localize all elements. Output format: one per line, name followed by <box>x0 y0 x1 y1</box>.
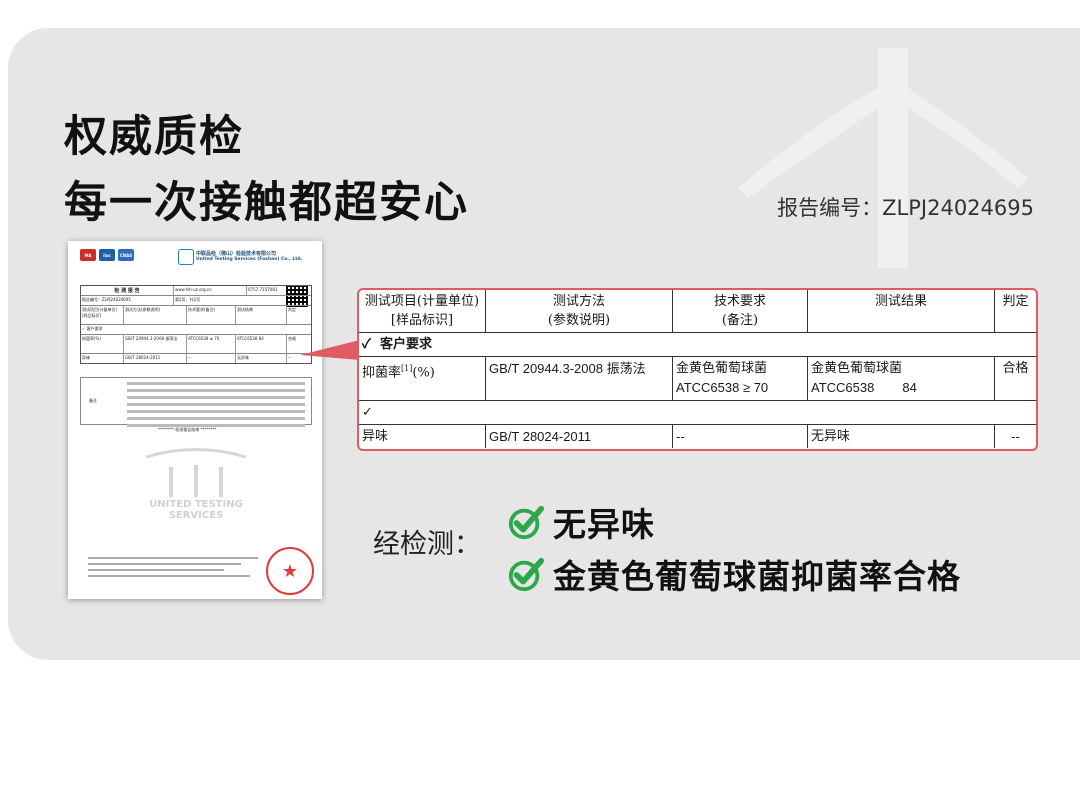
conclusion-text: 无异味 <box>553 505 655 544</box>
callout-pointer-icon <box>300 340 360 360</box>
header-method: 测试方法 (参数说明) <box>485 290 673 333</box>
row2-method: GB/T 28024-2011 <box>485 424 673 448</box>
check-mark-icon: ✓ <box>362 405 373 420</box>
header-result: 测试结果 <box>807 290 995 333</box>
row2-judgement: -- <box>994 424 1036 448</box>
green-check-icon <box>508 505 545 540</box>
test-results-table: 测试项目(计量单位) [样品标识] 测试方法 (参数说明) 技术要求 (备注) 测试结… <box>357 288 1038 451</box>
conclusion-text: 金黄色葡萄球菌抑菌率合格 <box>553 557 961 596</box>
row2-result: 无异味 <box>807 424 995 448</box>
check-mark-icon: ✓ <box>362 337 371 352</box>
row2-requirement: -- <box>672 424 808 448</box>
row1-requirement: 金黄色葡萄球菌 ATCC6538 ≥ 70 <box>672 356 808 401</box>
check-row: ✓ <box>359 400 1036 425</box>
conclusion-item-odor: 无异味 <box>507 498 655 546</box>
row1-item: 抑菌率[1](%) <box>359 356 486 401</box>
row1-judgement: 合格 <box>994 356 1036 401</box>
row2-item: 异味 <box>359 424 486 448</box>
header-judgement: 判定 <box>994 290 1036 333</box>
header-item: 测试项目(计量单位) [样品标识] <box>359 290 486 333</box>
conclusion-label: 经检测： <box>373 529 481 560</box>
conclusion-item-antibacterial: 金黄色葡萄球菌抑菌率合格 <box>507 550 961 598</box>
header-requirement: 技术要求 (备注) <box>672 290 808 333</box>
green-check-icon <box>508 557 545 592</box>
row1-method: GB/T 20944.3-2008 振荡法 <box>485 356 673 401</box>
customer-requirement-row: ✓ 客户要求 <box>359 332 1036 357</box>
row1-result: 金黄色葡萄球菌 ATCC6538 84 <box>807 356 995 401</box>
